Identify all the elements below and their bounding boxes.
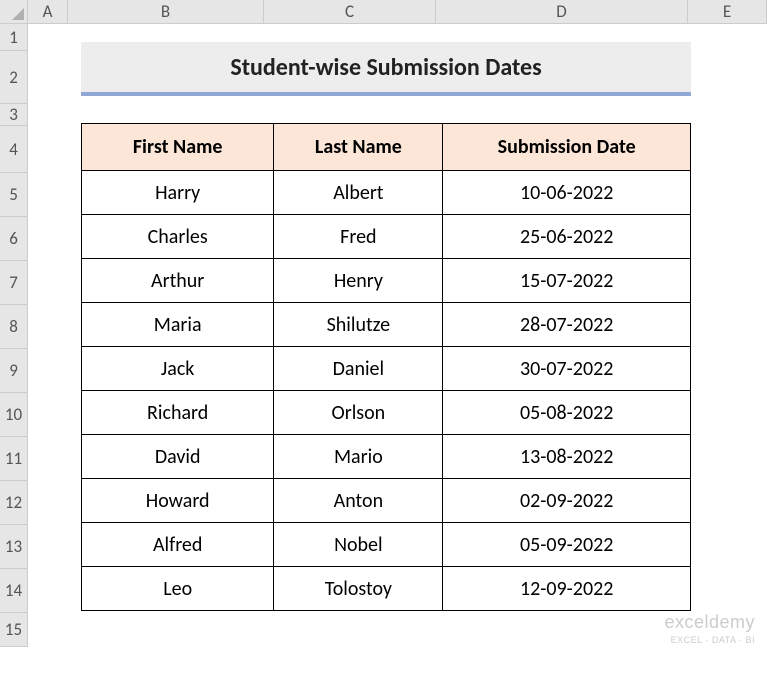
table-row: JackDaniel30-07-2022 — [82, 347, 691, 391]
cell-last[interactable]: Fred — [274, 215, 443, 259]
cell-first[interactable]: Leo — [82, 567, 274, 611]
table-row: MariaShilutze28-07-2022 — [82, 303, 691, 347]
table-row: AlfredNobel05-09-2022 — [82, 523, 691, 567]
submission-table: First Name Last Name Submission Date Har… — [81, 123, 691, 611]
page-title[interactable]: Student-wise Submission Dates — [81, 42, 691, 92]
cell-first[interactable]: Arthur — [82, 259, 274, 303]
table-row: CharlesFred25-06-2022 — [82, 215, 691, 259]
cell-last[interactable]: Orlson — [274, 391, 443, 435]
spreadsheet-grid: A B C D E 1 2 3 4 5 6 7 8 9 10 11 12 13 … — [0, 0, 767, 647]
row-header-2[interactable]: 2 — [0, 51, 28, 104]
row-header-8[interactable]: 8 — [0, 305, 28, 349]
watermark: exceldemy EXCEL · DATA · BI — [664, 613, 755, 645]
cell-first[interactable]: David — [82, 435, 274, 479]
row-header-10[interactable]: 10 — [0, 393, 28, 437]
cell-first[interactable]: Alfred — [82, 523, 274, 567]
cell-last[interactable]: Daniel — [274, 347, 443, 391]
cell-date[interactable]: 05-09-2022 — [443, 523, 691, 567]
cell-date[interactable]: 15-07-2022 — [443, 259, 691, 303]
row-header-13[interactable]: 13 — [0, 525, 28, 569]
cell-last[interactable]: Tolostoy — [274, 567, 443, 611]
cell-first[interactable]: Jack — [82, 347, 274, 391]
row-header-15[interactable]: 15 — [0, 613, 28, 647]
cell-first[interactable]: Harry — [82, 171, 274, 215]
table-row: RichardOrlson05-08-2022 — [82, 391, 691, 435]
row-header-5[interactable]: 5 — [0, 173, 28, 217]
row-header-9[interactable]: 9 — [0, 349, 28, 393]
cell-first[interactable]: Charles — [82, 215, 274, 259]
cell-date[interactable]: 10-06-2022 — [443, 171, 691, 215]
cell-date[interactable]: 28-07-2022 — [443, 303, 691, 347]
select-all-corner[interactable] — [0, 0, 28, 24]
cell-last[interactable]: Albert — [274, 171, 443, 215]
row-header-6[interactable]: 6 — [0, 217, 28, 261]
watermark-tagline: EXCEL · DATA · BI — [671, 635, 755, 645]
table-body: HarryAlbert10-06-2022CharlesFred25-06-20… — [82, 171, 691, 611]
cell-first[interactable]: Richard — [82, 391, 274, 435]
col-header-C[interactable]: C — [264, 0, 436, 24]
col-header-A[interactable]: A — [28, 0, 68, 24]
cell-date[interactable]: 02-09-2022 — [443, 479, 691, 523]
col-header-D[interactable]: D — [436, 0, 688, 24]
table-header-row: First Name Last Name Submission Date — [82, 124, 691, 171]
col-header-B[interactable]: B — [68, 0, 264, 24]
row-header-14[interactable]: 14 — [0, 569, 28, 613]
worksheet-canvas[interactable]: Student-wise Submission Dates First Name… — [28, 24, 767, 647]
table-row: HowardAnton02-09-2022 — [82, 479, 691, 523]
th-submission-date[interactable]: Submission Date — [443, 124, 691, 171]
cell-last[interactable]: Mario — [274, 435, 443, 479]
table-row: LeoTolostoy12-09-2022 — [82, 567, 691, 611]
table-row: ArthurHenry15-07-2022 — [82, 259, 691, 303]
cell-first[interactable]: Maria — [82, 303, 274, 347]
row-header-1[interactable]: 1 — [0, 24, 28, 51]
row-header-12[interactable]: 12 — [0, 481, 28, 525]
cell-last[interactable]: Henry — [274, 259, 443, 303]
th-last-name[interactable]: Last Name — [274, 124, 443, 171]
cell-date[interactable]: 05-08-2022 — [443, 391, 691, 435]
th-first-name[interactable]: First Name — [82, 124, 274, 171]
row-header-11[interactable]: 11 — [0, 437, 28, 481]
cell-last[interactable]: Anton — [274, 479, 443, 523]
row-header-4[interactable]: 4 — [0, 126, 28, 173]
cell-date[interactable]: 25-06-2022 — [443, 215, 691, 259]
row-header-7[interactable]: 7 — [0, 261, 28, 305]
cell-date[interactable]: 30-07-2022 — [443, 347, 691, 391]
cell-first[interactable]: Howard — [82, 479, 274, 523]
cell-last[interactable]: Shilutze — [274, 303, 443, 347]
row-header-3[interactable]: 3 — [0, 104, 28, 126]
watermark-brand: exceldemy — [664, 612, 755, 632]
table-row: DavidMario13-08-2022 — [82, 435, 691, 479]
cell-date[interactable]: 12-09-2022 — [443, 567, 691, 611]
cell-date[interactable]: 13-08-2022 — [443, 435, 691, 479]
col-header-E[interactable]: E — [688, 0, 767, 24]
cell-last[interactable]: Nobel — [274, 523, 443, 567]
title-underline — [81, 92, 691, 96]
table-row: HarryAlbert10-06-2022 — [82, 171, 691, 215]
